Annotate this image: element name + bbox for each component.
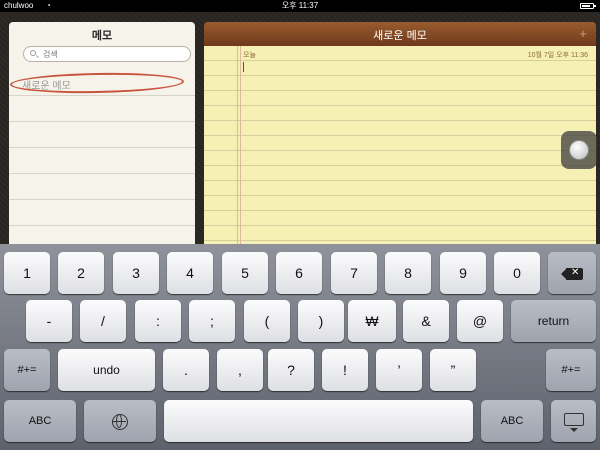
key-won[interactable]: ₩: [348, 300, 396, 342]
assistive-touch-button[interactable]: [561, 131, 597, 169]
hide-keyboard-icon: [563, 412, 584, 432]
search-box[interactable]: [23, 46, 191, 62]
note-header: 새로운 메모 +: [204, 22, 596, 47]
key-6[interactable]: 6: [276, 252, 322, 294]
status-time: 오후 11:37: [281, 1, 319, 10]
paper-margin-line-2: [240, 46, 241, 244]
key-period[interactable]: .: [163, 349, 209, 391]
key-slash[interactable]: /: [80, 300, 126, 342]
memo-list-title: 메모: [91, 30, 113, 42]
key-apostrophe[interactable]: ’: [376, 349, 422, 391]
note-title: 새로운 메모: [373, 30, 427, 42]
key-0[interactable]: 0: [494, 252, 540, 294]
note-paper[interactable]: [204, 46, 596, 244]
globe-icon: [112, 414, 128, 431]
assistive-touch-icon: [569, 140, 589, 160]
key-close-paren[interactable]: ): [298, 300, 344, 342]
space-key[interactable]: [164, 400, 473, 442]
key-ampersand[interactable]: &: [403, 300, 449, 342]
status-bar: chulwoo ◔ 오후 11:37: [0, 0, 600, 12]
abc-key-right[interactable]: ABC: [481, 400, 543, 442]
note-today-label: 오늘: [243, 52, 256, 59]
key-semicolon[interactable]: ;: [189, 300, 235, 342]
backspace-icon: ✕: [561, 267, 583, 281]
key-8[interactable]: 8: [385, 252, 431, 294]
memo-list-panel: 메모: [9, 22, 195, 244]
keyboard: 1 2 3 4 5 6 7 8 9 0 ✕ - / : ; ( ) ₩ & @ …: [0, 244, 600, 450]
memo-list-lines: [9, 70, 195, 244]
note-pad: 새로운 메모 + 오늘 10월 7일 오후 11:36: [204, 22, 596, 244]
search-icon: [30, 50, 36, 56]
hide-keyboard-key[interactable]: [551, 400, 596, 442]
key-quote[interactable]: ”: [430, 349, 476, 391]
backspace-key[interactable]: ✕: [548, 252, 596, 294]
search-input[interactable]: [41, 49, 185, 60]
globe-key[interactable]: [84, 400, 156, 442]
key-comma[interactable]: ,: [217, 349, 263, 391]
return-key[interactable]: return: [511, 300, 596, 342]
key-3[interactable]: 3: [113, 252, 159, 294]
key-2[interactable]: 2: [58, 252, 104, 294]
paper-margin-line: [237, 46, 238, 244]
key-colon[interactable]: :: [135, 300, 181, 342]
key-open-paren[interactable]: (: [244, 300, 290, 342]
abc-key-left[interactable]: ABC: [4, 400, 76, 442]
key-more-symbols-right[interactable]: #+=: [546, 349, 596, 391]
note-date: 10월 7일 오후 11:36: [527, 52, 588, 59]
key-hyphen[interactable]: -: [26, 300, 72, 342]
key-more-symbols-left[interactable]: #+=: [4, 349, 50, 391]
key-4[interactable]: 4: [167, 252, 213, 294]
key-at[interactable]: @: [457, 300, 503, 342]
text-cursor: [243, 62, 244, 72]
key-5[interactable]: 5: [222, 252, 268, 294]
key-9[interactable]: 9: [440, 252, 486, 294]
key-7[interactable]: 7: [331, 252, 377, 294]
key-exclamation[interactable]: !: [322, 349, 368, 391]
battery-icon: [580, 3, 596, 9]
add-note-button[interactable]: +: [576, 27, 590, 41]
key-question[interactable]: ?: [268, 349, 314, 391]
undo-key[interactable]: undo: [58, 349, 155, 391]
key-1[interactable]: 1: [4, 252, 50, 294]
